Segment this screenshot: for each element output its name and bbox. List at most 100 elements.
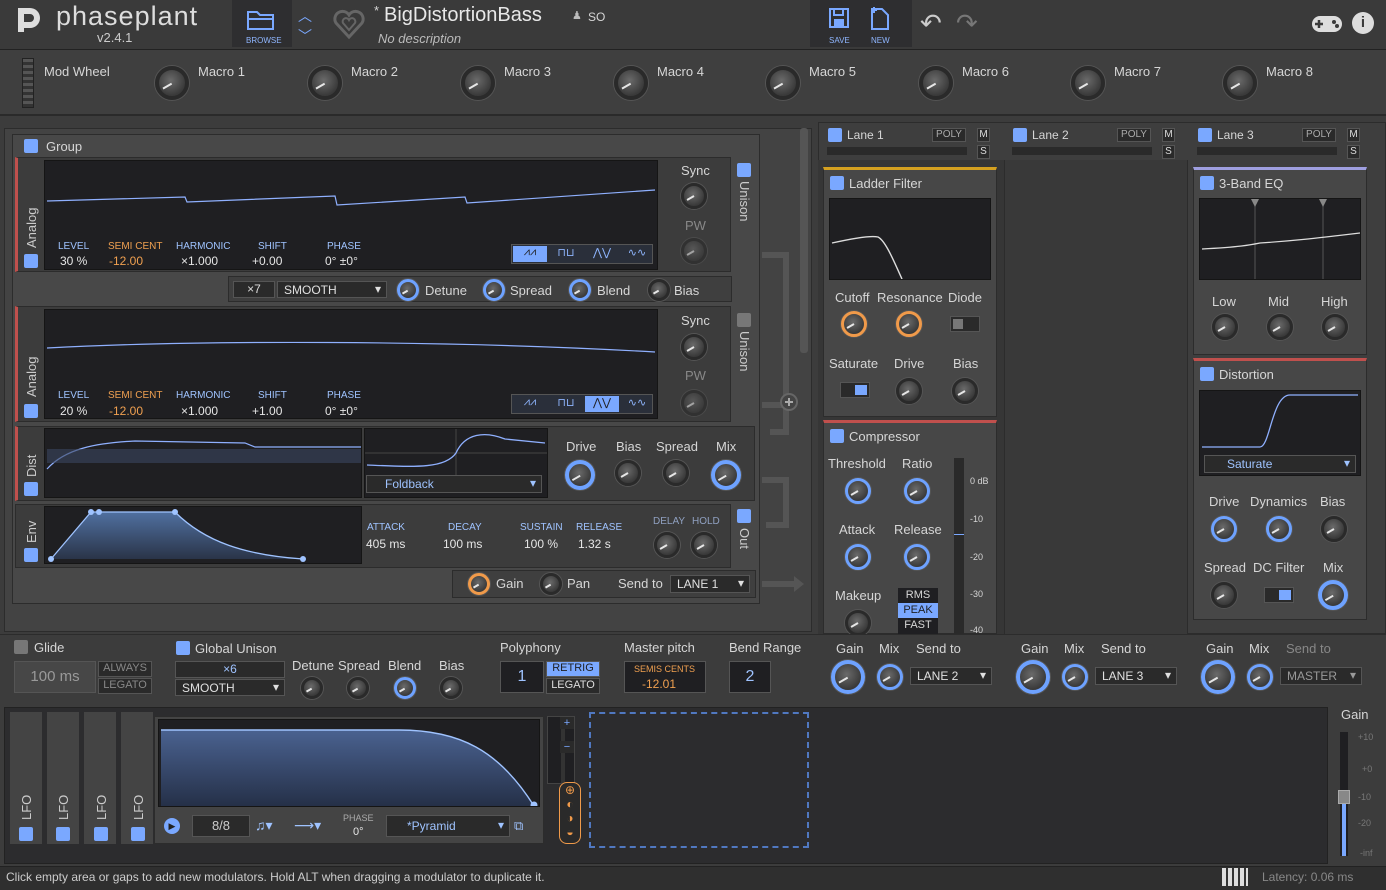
eq-enable-checkbox[interactable] xyxy=(1200,176,1214,190)
blend-knob[interactable] xyxy=(569,279,591,301)
analog-2-semi-value[interactable]: -12.00 xyxy=(109,404,143,418)
retrig-button[interactable]: RETRIG xyxy=(546,661,600,677)
lane-2-gain-knob[interactable] xyxy=(1016,660,1050,694)
dist-enable-checkbox[interactable] xyxy=(24,482,38,496)
comp-makeup-knob[interactable] xyxy=(845,610,871,636)
dist-mix-knob[interactable] xyxy=(711,460,741,490)
lane-2-solo-button[interactable]: S xyxy=(1162,145,1175,159)
favorite-heart-icon[interactable] xyxy=(332,8,366,40)
lfo-4-checkbox[interactable] xyxy=(131,827,145,841)
eq-mid-knob[interactable] xyxy=(1267,314,1293,340)
lane-1-gain-knob[interactable] xyxy=(831,660,865,694)
distfx-drive-knob[interactable] xyxy=(1211,516,1237,542)
macro-6-knob[interactable] xyxy=(919,66,953,100)
env-sustain-value[interactable]: 100 % xyxy=(524,537,558,551)
ladder-drive-knob[interactable] xyxy=(896,378,922,404)
comp-fast-option[interactable]: FAST xyxy=(898,618,938,633)
lfo-tab-1[interactable] xyxy=(10,712,42,844)
dist-drive-knob[interactable] xyxy=(565,460,595,490)
glide-time-field[interactable]: 100 ms xyxy=(14,661,96,693)
poly-legato-button[interactable]: LEGATO xyxy=(546,678,600,694)
distfx-enable-checkbox[interactable] xyxy=(1200,367,1214,381)
group-pan-knob[interactable] xyxy=(540,573,562,595)
eq-low-knob[interactable] xyxy=(1212,314,1238,340)
lfo-direction-icon[interactable]: ⟶▾ xyxy=(294,817,321,834)
analog-1-enable-checkbox[interactable] xyxy=(24,254,38,268)
analog-2-shift-value[interactable]: +1.00 xyxy=(252,404,282,418)
analog-2-unison-checkbox[interactable] xyxy=(737,313,751,327)
glide-always-button[interactable]: ALWAYS xyxy=(98,661,152,677)
lane-1-send-dropdown[interactable]: LANE 2 xyxy=(910,667,992,685)
ladder-cutoff-knob[interactable] xyxy=(841,311,867,337)
ladder-diode-toggle[interactable] xyxy=(950,316,980,332)
lfo-tempo-sync-icon[interactable]: ♫▾ xyxy=(255,817,273,834)
info-icon[interactable]: i xyxy=(1352,12,1374,34)
analog-2-pw-knob[interactable] xyxy=(681,390,707,416)
global-unison-checkbox[interactable] xyxy=(176,641,190,655)
save-button[interactable]: SAVE xyxy=(810,0,868,47)
ladder-enable-checkbox[interactable] xyxy=(830,176,844,190)
master-gain-slider[interactable] xyxy=(1338,732,1350,856)
glide-checkbox[interactable] xyxy=(14,640,28,654)
comp-ratio-knob[interactable] xyxy=(904,478,930,504)
unison-mode-dropdown[interactable]: SMOOTH xyxy=(277,281,387,298)
zoom-in-icon[interactable]: + xyxy=(560,717,574,729)
gamepad-icon[interactable] xyxy=(1310,13,1344,35)
global-bias-knob[interactable] xyxy=(440,677,462,699)
global-detune-knob[interactable] xyxy=(301,677,323,699)
ladder-resonance-knob[interactable] xyxy=(896,311,922,337)
distfx-mode-dropdown[interactable]: Saturate xyxy=(1204,455,1356,473)
square-shape-button[interactable]: ⊓⊔ xyxy=(549,396,583,412)
lfo-zoom-controls[interactable]: + − xyxy=(547,716,575,784)
lane-3-enable-checkbox[interactable] xyxy=(1198,128,1212,142)
lfo-3-checkbox[interactable] xyxy=(94,827,108,841)
unison-voice-count[interactable]: ×7 xyxy=(233,281,275,298)
lfo-tab-2[interactable] xyxy=(47,712,79,844)
mod-wheel[interactable] xyxy=(22,58,34,108)
ladder-saturate-toggle[interactable] xyxy=(840,382,870,398)
spread-knob[interactable] xyxy=(483,279,505,301)
env-release-value[interactable]: 1.32 s xyxy=(578,537,611,551)
distfx-bias-knob[interactable] xyxy=(1321,516,1347,542)
lfo-shape-display[interactable] xyxy=(158,719,540,807)
preset-prev-button[interactable]: ︿ xyxy=(298,6,318,24)
distfx-mix-knob[interactable] xyxy=(1318,580,1348,610)
lane-1-solo-button[interactable]: S xyxy=(977,145,990,159)
env-enable-checkbox[interactable] xyxy=(24,548,38,562)
master-pitch-field[interactable]: SEMIS CENTS -12.01 xyxy=(624,661,706,693)
lfo-rate-field[interactable]: 8/8 xyxy=(192,815,250,837)
analog-1-phase-value[interactable]: 0° ±0° xyxy=(325,254,358,268)
env-hold-knob[interactable] xyxy=(691,532,717,558)
lane-1-mix-knob[interactable] xyxy=(877,664,903,690)
lane-3-mix-knob[interactable] xyxy=(1247,664,1273,690)
analog-1-semi-value[interactable]: -12.00 xyxy=(109,254,143,268)
macro-2-knob[interactable] xyxy=(308,66,342,100)
comp-rms-option[interactable]: RMS xyxy=(898,588,938,603)
triangle-shape-button[interactable]: ⋀⋁ xyxy=(585,246,619,262)
lane-3-poly-button[interactable]: POLY xyxy=(1302,128,1336,142)
preset-description[interactable]: No description xyxy=(378,31,461,46)
browse-button[interactable]: BROWSE xyxy=(232,0,292,47)
analog-1-harmonic-value[interactable]: ×1.000 xyxy=(181,254,218,268)
bias-knob[interactable] xyxy=(648,279,670,301)
env-decay-value[interactable]: 100 ms xyxy=(443,537,482,551)
lfo-phase-value[interactable]: 0° xyxy=(353,826,364,838)
lane-2-send-dropdown[interactable]: LANE 3 xyxy=(1095,667,1177,685)
analog-1-level-value[interactable]: 30 % xyxy=(60,254,87,268)
env-attack-value[interactable]: 405 ms xyxy=(366,537,405,551)
analog-2-enable-checkbox[interactable] xyxy=(24,404,38,418)
lane-1-mute-button[interactable]: M xyxy=(977,128,990,142)
lane-3-solo-button[interactable]: S xyxy=(1347,145,1360,159)
lane-2-poly-button[interactable]: POLY xyxy=(1117,128,1151,142)
detune-knob[interactable] xyxy=(397,279,419,301)
macro-7-knob[interactable] xyxy=(1071,66,1105,100)
new-button[interactable]: NEW xyxy=(868,0,912,47)
lane-3-send-dropdown[interactable]: MASTER xyxy=(1280,667,1362,685)
global-spread-knob[interactable] xyxy=(347,677,369,699)
distfx-spread-knob[interactable] xyxy=(1211,582,1237,608)
lfo-tab-4[interactable] xyxy=(121,712,153,844)
analog-1-sync-knob[interactable] xyxy=(681,183,707,209)
comp-release-knob[interactable] xyxy=(904,544,930,570)
sine-shape-button[interactable]: ∿∿ xyxy=(621,396,653,412)
add-modulator-slot[interactable] xyxy=(589,712,809,848)
